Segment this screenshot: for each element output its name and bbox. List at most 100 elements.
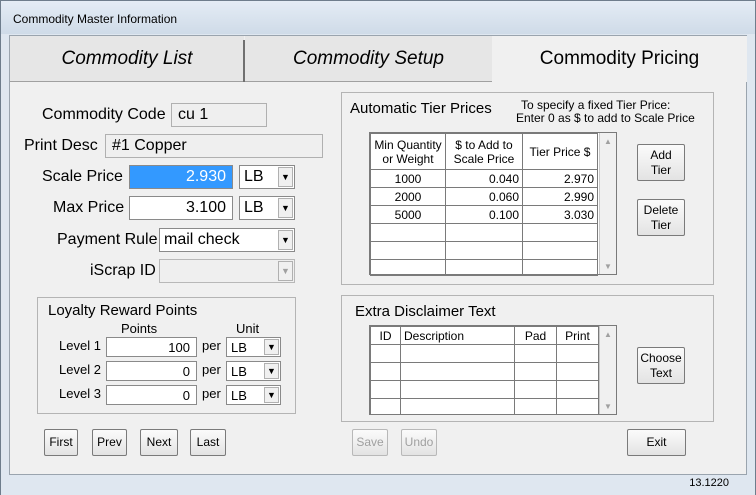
level-1-unit-select[interactable]: LB ▼ [226,337,281,357]
level-3-points-input[interactable]: 0 [106,385,197,405]
level-unit-value: LB [231,339,247,355]
tier-add-cell[interactable]: 0.040 [445,169,523,188]
scroll-down-icon[interactable]: ▼ [600,258,616,274]
chevron-down-icon[interactable]: ▼ [264,363,279,379]
table-row[interactable] [370,398,599,415]
tab-commodity-setup[interactable]: Commodity Setup [245,36,492,82]
scale-price-input[interactable]: 2.930 [129,165,233,189]
tier-price-cell[interactable]: 2.970 [522,169,598,188]
chevron-down-icon[interactable]: ▼ [278,230,293,250]
chevron-down-icon[interactable]: ▼ [264,387,279,403]
disclaimer-scrollbar[interactable]: ▲ ▼ [599,326,616,414]
undo-button[interactable]: Undo [401,429,437,456]
delete-tier-label: Delete Tier [643,202,679,232]
level-2-points-input[interactable]: 0 [106,361,197,381]
print-desc-field: #1 Copper [105,134,323,158]
table-row[interactable]: 2000 0.060 2.990 [370,187,598,206]
level-unit-value: LB [231,387,247,403]
tier-title: Automatic Tier Prices [350,100,492,117]
iscrap-id-select: ▼ [159,259,295,283]
payment-rule-label: Payment Rule [57,231,158,248]
chevron-down-icon[interactable]: ▼ [278,167,293,187]
loyalty-title: Loyalty Reward Points [48,302,198,319]
per-label: per [202,338,221,353]
disclaimer-header: Pad [514,326,557,345]
payment-rule-select[interactable]: mail check ▼ [159,228,295,252]
tier-min-cell[interactable]: 1000 [370,169,446,188]
scroll-up-icon[interactable]: ▲ [600,326,616,342]
tier-min-cell[interactable]: 2000 [370,187,446,206]
max-unit-select[interactable]: LB ▼ [239,196,295,220]
choose-text-button[interactable]: Choose Text [637,347,685,384]
tab-commodity-list[interactable]: Commodity List [10,36,244,82]
last-button[interactable]: Last [190,429,226,456]
save-button[interactable]: Save [352,429,388,456]
level-1-points-input[interactable]: 100 [106,337,197,357]
table-row[interactable] [370,380,599,399]
disclaimer-title: Extra Disclaimer Text [355,303,496,320]
tier-note-line1: To specify a fixed Tier Price: [521,98,671,112]
level-label: Level 2 [59,362,101,377]
level-label: Level 3 [59,386,101,401]
per-label: per [202,386,221,401]
disclaimer-grid[interactable]: ID Description Pad Print ▲ ▼ [369,325,617,415]
points-header: Points [121,321,158,336]
tier-price-cell[interactable]: 3.030 [522,205,598,224]
commodity-window: Commodity Master Information Commodity L… [0,0,756,495]
disclaimer-header: ID [370,326,401,345]
tier-note-line2: Enter 0 as $ to add to Scale Price [516,111,695,125]
level-3-unit-select[interactable]: LB ▼ [226,385,281,405]
print-desc-label: Print Desc [24,137,98,154]
tier-price-cell[interactable]: 2.990 [522,187,598,206]
disclaimer-header: Print [556,326,599,345]
table-row[interactable]: 1000 0.040 2.970 [370,169,598,188]
status-bar: 13.1220 [1,475,755,495]
scale-unit-select[interactable]: LB ▼ [239,165,295,189]
delete-tier-button[interactable]: Delete Tier [637,199,685,236]
tier-header: Tier Price $ [522,133,598,170]
max-price-label: Max Price [53,199,125,216]
max-unit-value: LB [244,199,264,216]
exit-button[interactable]: Exit [627,429,686,456]
table-row[interactable]: 5000 0.100 3.030 [370,205,598,224]
tier-grid[interactable]: Min Quantity or Weight $ to Add to Scale… [369,132,617,276]
prev-button[interactable]: Prev [92,429,127,456]
table-row[interactable] [370,259,598,276]
disclaimer-group: Extra Disclaimer Text ID Description Pad… [341,295,714,422]
table-row[interactable] [370,241,598,260]
tab-commodity-pricing[interactable]: Commodity Pricing [492,36,747,82]
add-tier-button[interactable]: Add Tier [637,144,685,181]
level-unit-value: LB [231,363,247,379]
choose-text-label: Choose Text [640,350,682,380]
tier-header: Min Quantity or Weight [370,133,446,170]
commodity-code-field: cu 1 [171,103,267,127]
table-row[interactable] [370,362,599,381]
tier-add-cell[interactable]: 0.060 [445,187,523,206]
next-button[interactable]: Next [140,429,178,456]
commodity-code-label: Commodity Code [42,106,166,123]
scroll-up-icon[interactable]: ▲ [600,133,616,149]
loyalty-group: Loyalty Reward Points Points Unit Level … [37,297,296,414]
level-label: Level 1 [59,338,101,353]
chevron-down-icon[interactable]: ▼ [278,198,293,218]
scale-price-label: Scale Price [42,168,123,185]
max-price-input[interactable]: 3.100 [129,196,233,220]
tier-prices-group: Automatic Tier Prices To specify a fixed… [341,92,714,285]
scale-unit-value: LB [244,168,264,185]
table-row[interactable] [370,344,599,363]
tier-add-cell[interactable]: 0.100 [445,205,523,224]
client-area: Commodity List Commodity Setup Commodity… [9,35,747,475]
tier-min-cell[interactable]: 5000 [370,205,446,224]
unit-header: Unit [236,321,260,336]
level-2-unit-select[interactable]: LB ▼ [226,361,281,381]
window-title: Commodity Master Information [13,12,178,26]
title-bar: Commodity Master Information [1,1,755,34]
tier-scrollbar[interactable]: ▲ ▼ [599,133,616,274]
table-row[interactable] [370,223,598,242]
version-label: 13.1220 [689,477,729,489]
disclaimer-header: Description [400,326,515,345]
chevron-down-icon[interactable]: ▼ [264,339,279,355]
chevron-down-icon: ▼ [278,261,293,281]
first-button[interactable]: First [44,429,78,456]
scroll-down-icon[interactable]: ▼ [600,398,616,414]
